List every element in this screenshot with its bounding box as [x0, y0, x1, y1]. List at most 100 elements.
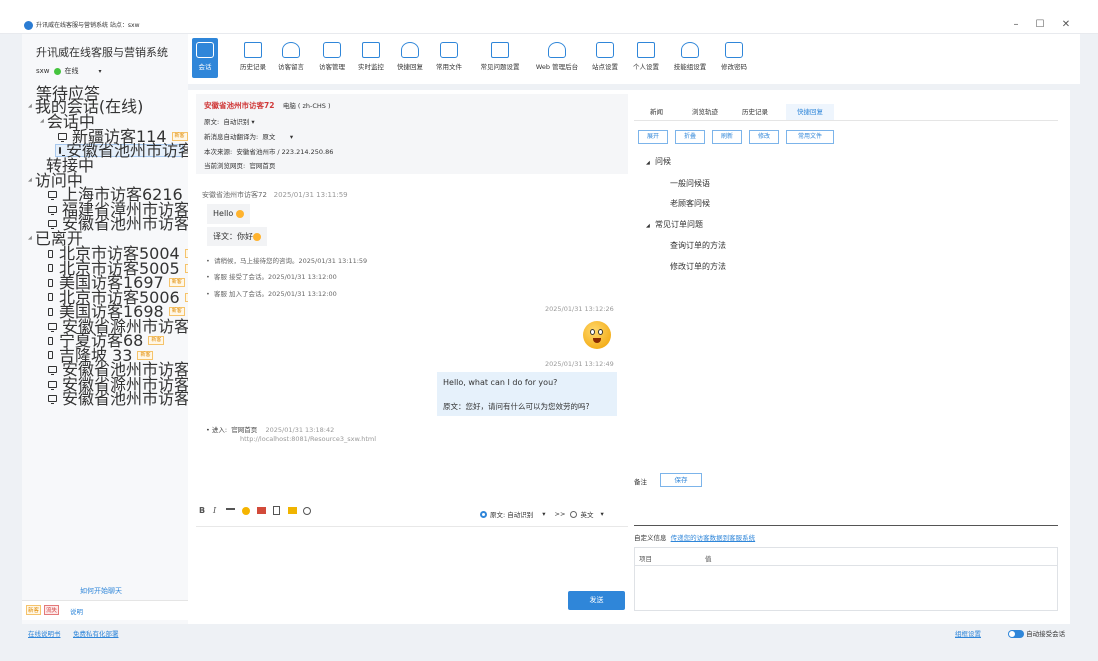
mobile-icon — [48, 307, 53, 316]
desktop-icon — [48, 220, 57, 229]
message-time: 2025/01/31 13:11:59 — [273, 191, 348, 199]
note-input[interactable] — [634, 492, 1058, 526]
image-icon[interactable] — [257, 507, 266, 514]
toolbar-visitors-button[interactable]: 访客管理 — [312, 38, 352, 78]
tab-history[interactable]: 历史记录 — [742, 106, 768, 116]
quick-reply-item[interactable]: 一般问候语 — [670, 178, 710, 189]
quick-reply-group[interactable]: ◢ 常见订单问题 — [646, 219, 703, 230]
common-files-button[interactable]: 常用文件 — [786, 130, 834, 144]
send-button[interactable]: 发送 — [568, 591, 625, 610]
italic-icon[interactable]: I — [213, 506, 216, 515]
save-button[interactable]: 保存 — [660, 473, 702, 487]
collapse-button[interactable]: 折叠 — [675, 130, 705, 144]
refresh-button[interactable]: 刷新 — [712, 130, 742, 144]
toolbar-quick-reply-button[interactable]: 快捷回复 — [392, 38, 428, 78]
status-bar: 在线说明书 免费私有化部署 组框设置 自动接受会话 — [0, 624, 1098, 661]
faq-icon — [491, 42, 509, 58]
toolbar-label: 快捷回复 — [397, 63, 423, 71]
toolbar-history-button[interactable]: 历史记录 — [233, 38, 273, 78]
team-settings-link[interactable]: 组框设置 — [955, 628, 981, 638]
chevron-down-icon[interactable]: ▾ — [542, 510, 545, 518]
toolbar-site-settings-button[interactable]: 站点设置 — [586, 38, 624, 78]
app-window: 升讯威在线客服与营销系统 站点：sxw – ☐ ✕ 升讯威在线客服与营销系统 s… — [0, 0, 1098, 661]
visitor-name: 安徽省池州市访客72 — [204, 101, 275, 110]
collapse-icon: ◢ — [40, 118, 44, 124]
toolbar-label: 访客留言 — [278, 63, 304, 71]
orig-lang-value: 自动识别 — [223, 118, 250, 126]
system-text: 客服 接受了会话。2025/01/31 13:12:00 — [213, 273, 337, 281]
agent-message: Hello, what can I do for you? 原文：您好，请问有什… — [437, 372, 617, 416]
bold-icon[interactable]: B — [199, 506, 205, 515]
folder-icon[interactable] — [288, 507, 297, 514]
toolbar-skill-group-button[interactable]: 技能组设置 — [668, 38, 712, 78]
entry-url[interactable]: http://localhost:8081/Resource3_sxw.html — [240, 435, 376, 443]
status-badge: 新客 — [168, 307, 185, 316]
auto-accept-toggle[interactable]: 自动接受会话 — [1008, 628, 1065, 638]
translate-settings[interactable]: 原文: 自动识别 ▾ >> 英文 ▾ — [480, 509, 604, 519]
legend-bar: 新客 流失 说明 — [22, 600, 188, 620]
tab-quick-reply[interactable]: 快捷回复 — [786, 104, 834, 120]
radio-icon[interactable] — [570, 510, 578, 518]
window-title: 升讯威在线客服与营销系统 站点：sxw — [36, 22, 140, 29]
quick-reply-item[interactable]: 查询订单的方法 — [670, 240, 726, 251]
toolbar-monitor-button[interactable]: 实时监控 — [352, 38, 390, 78]
legend-lost-badge: 流失 — [44, 605, 60, 615]
toggle-icon[interactable] — [1008, 630, 1024, 638]
radio-icon[interactable] — [480, 510, 487, 518]
toolbar-label: 修改密码 — [721, 63, 747, 71]
table-header — [635, 548, 1057, 566]
chevron-down-icon[interactable]: ▾ — [99, 68, 102, 75]
quick-reply-group[interactable]: ◢ 问候 — [646, 156, 671, 167]
user-status[interactable]: sxw 在线 ▾ — [36, 66, 102, 76]
free-deploy-link[interactable]: 免费私有化部署 — [73, 628, 119, 638]
emoji-icon — [253, 232, 261, 241]
quick-reply-icon — [401, 42, 419, 58]
emoji-icon[interactable] — [242, 507, 250, 515]
auto-translate-value: 原文 — [262, 133, 276, 141]
auto-translate-row[interactable]: 新消息自动翻译为: 原文 ▾ — [204, 131, 293, 141]
toolbar-label: 个人设置 — [633, 63, 659, 71]
skill-group-icon — [681, 42, 699, 58]
toolbar-messages-button[interactable]: 访客留言 — [272, 38, 310, 78]
legend-note-link[interactable]: 说明 — [70, 606, 83, 616]
toolbar-chat-button[interactable]: 会话 — [192, 38, 218, 78]
system-text: 客服 加入了会话。2025/01/31 13:12:00 — [213, 290, 337, 298]
legend-new-badge: 新客 — [26, 605, 42, 615]
visitor-device: 电脑 ( zh-CHS ) — [282, 102, 331, 110]
toolbar-files-button[interactable]: 常用文件 — [430, 38, 468, 78]
toolbar-label: 访客管理 — [319, 63, 345, 71]
personal-icon — [637, 42, 655, 58]
expand-button[interactable]: 展开 — [638, 130, 668, 144]
orig-lang-row[interactable]: 原文: 自动识别 ▾ — [204, 116, 255, 126]
column-header: 项目 — [639, 555, 652, 563]
maximize-icon[interactable]: ☐ — [1030, 17, 1050, 33]
tab-news[interactable]: 新闻 — [650, 106, 663, 116]
quick-reply-item[interactable]: 修改订单的方法 — [670, 261, 726, 272]
close-icon[interactable]: ✕ — [1056, 17, 1076, 33]
how-to-link[interactable]: 如何开始聊天 — [80, 585, 122, 598]
history-icon[interactable] — [303, 507, 311, 515]
custom-info-link[interactable]: 传递您的访客数据到客服系统 — [671, 534, 756, 542]
collapse-icon: ◢ — [28, 177, 32, 183]
manual-link[interactable]: 在线说明书 — [28, 628, 61, 638]
current-page-row: 当前浏览网页: 官网首页 — [204, 160, 275, 170]
minimize-icon[interactable]: – — [1006, 17, 1026, 33]
visitor-message: Hello — [207, 204, 250, 224]
emoji-icon — [235, 209, 244, 218]
toolbar-label: 站点设置 — [592, 63, 618, 71]
mobile-icon — [48, 249, 53, 258]
field-label: 本次来源: — [204, 148, 233, 156]
toolbar-web-admin-button[interactable]: Web 管理后台 — [530, 38, 584, 78]
file-icon[interactable] — [273, 506, 280, 515]
quick-reply-item[interactable]: 老顾客问候 — [670, 198, 710, 209]
toolbar-password-button[interactable]: 修改密码 — [714, 38, 754, 78]
message-text: Hello, what can I do for you? — [443, 378, 558, 387]
chevron-down-icon[interactable]: ▾ — [600, 510, 603, 518]
strikethrough-icon[interactable] — [226, 508, 235, 513]
source-row: 本次来源: 安徽省池州市 / 223.214.250.86 — [204, 146, 333, 156]
tab-browse-trail[interactable]: 浏览轨迹 — [692, 106, 718, 116]
edit-button[interactable]: 修改 — [749, 130, 779, 144]
toolbar-faq-button[interactable]: 常见问题设置 — [472, 38, 528, 78]
message-input[interactable] — [196, 530, 628, 588]
toolbar-personal-button[interactable]: 个人设置 — [626, 38, 666, 78]
